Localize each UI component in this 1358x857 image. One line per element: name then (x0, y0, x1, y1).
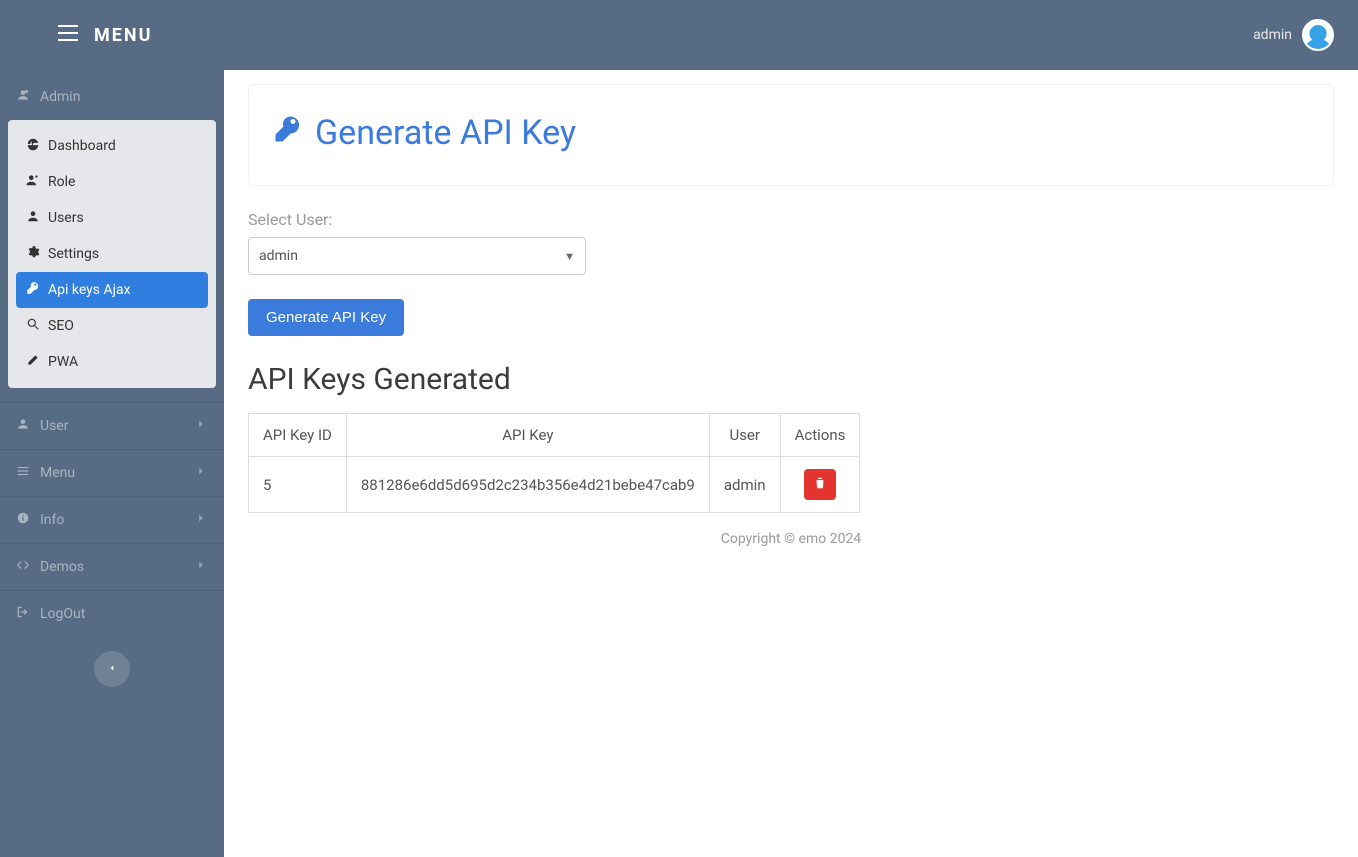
sidebar-collapse-button[interactable] (94, 651, 130, 687)
info-icon (16, 511, 30, 529)
sidebar-section-label: Admin (40, 89, 80, 105)
select-user-value: admin (259, 248, 298, 264)
search-icon (26, 317, 40, 335)
table-section-title: API Keys Generated (248, 362, 1334, 397)
sidebar-section-label: Demos (40, 559, 84, 575)
select-user-label: Select User: (248, 210, 1334, 229)
sidebar-item-label: Api keys Ajax (48, 282, 131, 298)
sidebar-item-role[interactable]: Role (16, 164, 208, 200)
admin-submenu: Dashboard Role Users Settings Api keys Ajax S… (8, 120, 216, 388)
sidebar-item-settings[interactable]: Settings (16, 236, 208, 272)
generate-api-key-button[interactable]: Generate API Key (248, 299, 404, 336)
user-icon (26, 209, 40, 227)
cell-user: admin (709, 457, 780, 513)
sidebar: Admin Dashboard Role Users Settings Api keys… (0, 70, 224, 857)
sidebar-item-label: Role (48, 174, 75, 190)
chevron-right-icon (194, 511, 208, 529)
chevron-left-icon (107, 660, 117, 679)
key-icon (26, 281, 40, 299)
page-title-text: Generate API Key (315, 113, 576, 153)
cell-key: 881286e6dd5d695d2c234b356e4d21bebe47cab9 (346, 457, 709, 513)
sidebar-item-label: Settings (48, 246, 99, 262)
topbar-username: admin (1253, 27, 1292, 43)
menu-toggle[interactable]: MENU (58, 25, 152, 46)
sidebar-item-dashboard[interactable]: Dashboard (16, 128, 208, 164)
sidebar-item-seo[interactable]: SEO (16, 308, 208, 344)
chevron-right-icon (194, 417, 208, 435)
cell-id: 5 (249, 457, 347, 513)
main-content: Generate API Key Select User: admin ▼ Ge… (224, 70, 1358, 857)
gear-icon (26, 245, 40, 263)
sidebar-section-logout[interactable]: LogOut (0, 590, 224, 637)
admin-gear-user-icon (16, 88, 30, 106)
th-id: API Key ID (249, 414, 347, 457)
chevron-right-icon (194, 558, 208, 576)
cell-actions (780, 457, 860, 513)
api-keys-table: API Key ID API Key User Actions 5881286e… (248, 413, 860, 513)
sidebar-item-label: PWA (48, 354, 78, 370)
sidebar-section-label: Info (40, 512, 64, 528)
sidebar-item-label: SEO (48, 318, 74, 334)
sidebar-section-user[interactable]: User (0, 402, 224, 449)
trash-icon (813, 476, 827, 493)
dashboard-icon (26, 137, 40, 155)
sidebar-item-pwa[interactable]: PWA (16, 344, 208, 380)
key-icon (273, 113, 303, 153)
edit-icon (26, 353, 40, 371)
delete-api-key-button[interactable] (804, 469, 836, 500)
sidebar-item-label: Users (48, 210, 84, 226)
avatar[interactable] (1302, 19, 1334, 51)
user-icon (16, 417, 30, 435)
page-title: Generate API Key (273, 113, 1309, 153)
sidebar-section-label: User (40, 418, 68, 434)
role-icon (26, 173, 40, 191)
select-user-dropdown[interactable]: admin ▼ (248, 237, 586, 275)
chevron-right-icon (194, 464, 208, 482)
sidebar-section-admin[interactable]: Admin (0, 70, 224, 120)
sidebar-section-demos[interactable]: Demos (0, 543, 224, 590)
hamburger-icon (58, 25, 78, 45)
code-icon (16, 558, 30, 576)
chevron-down-icon: ▼ (564, 250, 575, 263)
th-user: User (709, 414, 780, 457)
th-key: API Key (346, 414, 709, 457)
table-row: 5881286e6dd5d695d2c234b356e4d21bebe47cab… (249, 457, 860, 513)
sidebar-section-menu[interactable]: Menu (0, 449, 224, 496)
topbar: MENU admin (0, 0, 1358, 70)
logout-icon (16, 605, 30, 623)
sidebar-section-label: LogOut (40, 606, 85, 622)
sidebar-item-label: Dashboard (48, 138, 116, 154)
bars-icon (16, 464, 30, 482)
page-header-card: Generate API Key (248, 84, 1334, 186)
footer-copyright: Copyright © emo 2024 (248, 531, 1334, 547)
user-area[interactable]: admin (1253, 19, 1334, 51)
menu-label: MENU (94, 25, 152, 46)
sidebar-item-users[interactable]: Users (16, 200, 208, 236)
th-actions: Actions (780, 414, 860, 457)
sidebar-item-api-keys-ajax[interactable]: Api keys Ajax (16, 272, 208, 308)
table-header-row: API Key ID API Key User Actions (249, 414, 860, 457)
sidebar-section-info[interactable]: Info (0, 496, 224, 543)
sidebar-section-label: Menu (40, 465, 75, 481)
